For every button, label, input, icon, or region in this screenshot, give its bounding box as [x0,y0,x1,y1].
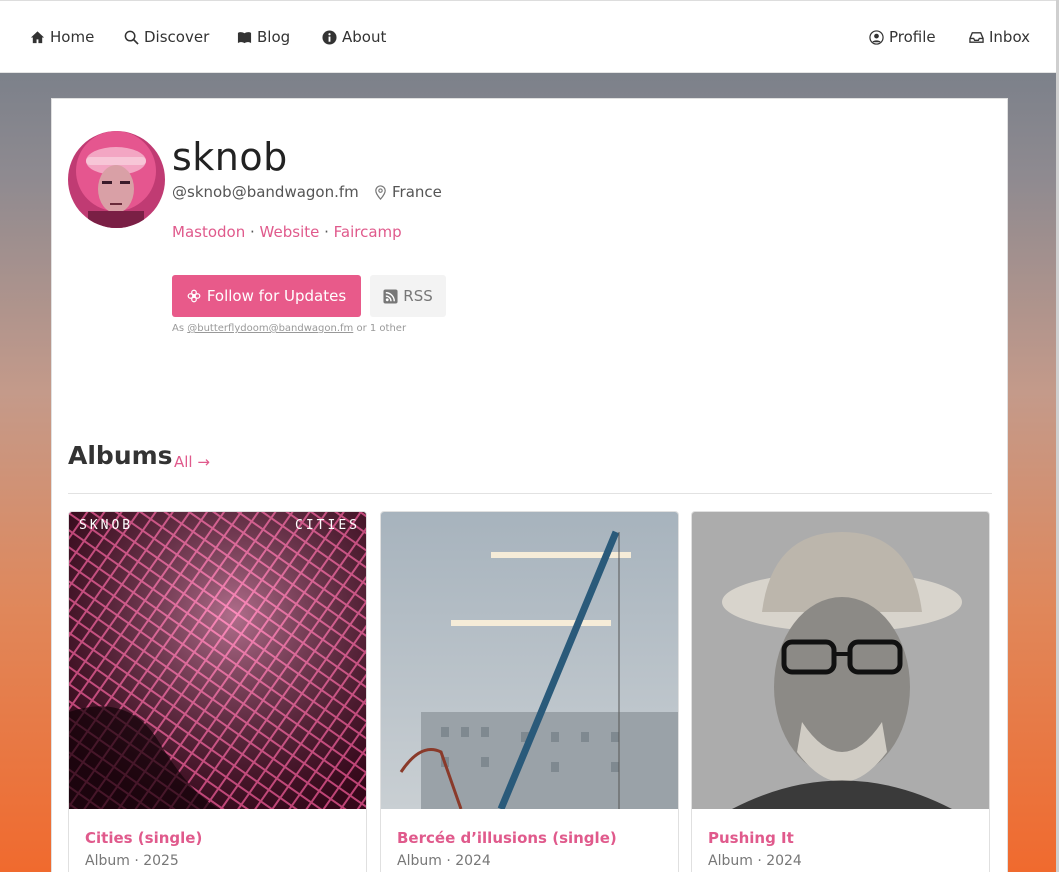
home-icon [30,30,45,43]
album-meta: Album · 2024 [397,853,491,869]
map-marker-icon [375,184,386,200]
flower-icon [187,289,201,303]
link-website[interactable]: Website [260,223,320,241]
nav-home[interactable]: Home [30,28,94,46]
location: France [374,183,442,201]
link-separator: · [250,223,260,241]
follow-button-label: Follow for Updates [206,287,347,305]
nav-discover[interactable]: Discover [124,28,209,46]
profile-card: sknob @sknob@bandwagon.fm France Mastodo… [51,98,1008,872]
user-circle-icon [869,29,884,45]
album-meta: Album · 2024 [708,853,802,869]
albums-heading: Albums [68,441,173,470]
nav-about-label: About [342,28,387,46]
albums-all-label: All [174,453,193,471]
location-label: France [392,183,442,201]
albums-all-link[interactable]: All → [174,453,210,471]
nav-profile-label: Profile [889,28,936,46]
album-cover[interactable]: SKNOB CITIES [69,512,366,809]
album-card[interactable]: SKNOB CITIES Cities (single) Album · 202… [68,511,367,872]
album-title[interactable]: Pushing It [708,829,794,847]
avatar[interactable] [68,131,165,228]
album-card[interactable]: Bercée d’illusions (single) Album · 2024 [380,511,679,872]
cover-artist-text: SKNOB [79,518,134,533]
follow-as-account-link[interactable]: @butterflydoom@bandwagon.fm [187,323,353,334]
album-title[interactable]: Bercée d’illusions (single) [397,829,617,847]
rss-button[interactable]: RSS [370,275,446,317]
follow-as-suffix: or 1 other [356,323,407,334]
link-mastodon[interactable]: Mastodon [172,223,245,241]
link-separator: · [324,223,334,241]
top-navigation: Home Discover Blog About Profile Inbox [0,0,1059,73]
nav-home-label: Home [50,28,95,46]
follow-button[interactable]: Follow for Updates [172,275,361,317]
follow-as-line: As @butterflydoom@bandwagon.fm or 1 othe… [172,323,406,334]
profile-links: Mastodon · Website · Faircamp [172,223,402,241]
album-meta: Album · 2025 [85,853,179,869]
nav-inbox-label: Inbox [989,28,1031,46]
search-icon [124,30,139,45]
user-handle: @sknob@bandwagon.fm [172,183,359,201]
album-title[interactable]: Cities (single) [85,829,202,847]
nav-profile[interactable]: Profile [869,28,936,46]
cover-title-text: CITIES [295,518,360,533]
nav-discover-label: Discover [144,28,210,46]
rss-icon [383,288,398,304]
info-circle-icon [322,29,337,45]
link-faircamp[interactable]: Faircamp [334,223,402,241]
rss-button-label: RSS [403,287,433,305]
section-divider [68,493,992,494]
album-cover[interactable] [692,512,989,809]
display-name: sknob [172,135,288,179]
book-open-icon [237,31,252,43]
nav-inbox[interactable]: Inbox [969,28,1030,46]
album-cover[interactable] [381,512,678,811]
arrow-right-icon: → [192,453,210,471]
nav-about[interactable]: About [322,28,386,46]
follow-as-prefix: As [172,323,185,334]
nav-blog-label: Blog [257,28,291,46]
album-card[interactable]: Pushing It Album · 2024 [691,511,990,872]
nav-blog[interactable]: Blog [237,28,290,46]
inbox-icon [969,31,984,43]
